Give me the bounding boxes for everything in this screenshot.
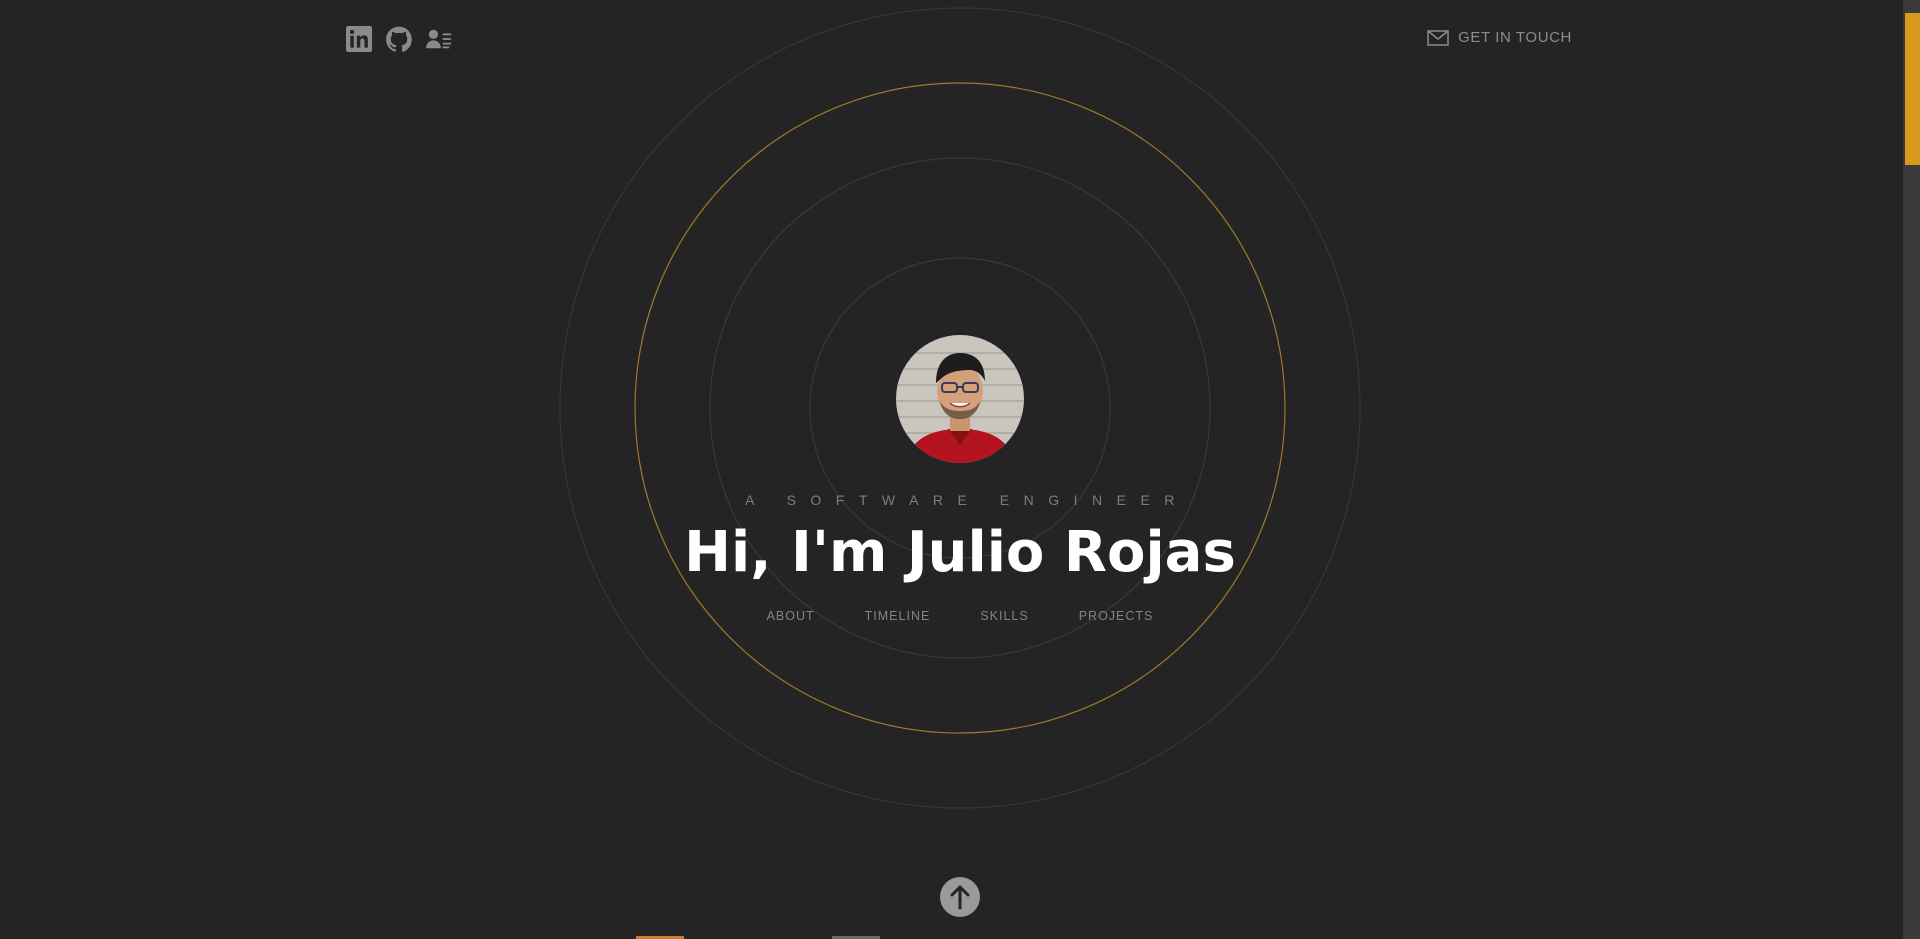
scroll-up-button[interactable] xyxy=(940,877,980,917)
nav-projects[interactable]: PROJECTS xyxy=(1079,609,1154,623)
linkedin-link[interactable] xyxy=(346,26,372,52)
nav-about[interactable]: ABOUT xyxy=(767,609,815,623)
tagline: A SOFTWARE ENGINEER xyxy=(745,492,1189,508)
page: GET IN TOUCH A SOFTWARE ENGINEER Hi, I'm… xyxy=(0,0,1920,939)
nav-timeline[interactable]: TIMELINE xyxy=(865,609,931,623)
section-nav: ABOUT TIMELINE SKILLS PROJECTS xyxy=(0,609,1920,623)
get-in-touch-link[interactable]: GET IN TOUCH xyxy=(1427,29,1572,46)
github-link[interactable] xyxy=(386,26,412,52)
arrow-up-icon xyxy=(950,885,970,910)
avatar xyxy=(896,335,1024,463)
contact-card-icon xyxy=(426,29,452,49)
scrollbar[interactable] xyxy=(1903,0,1920,939)
github-icon xyxy=(386,26,412,52)
profile-photo xyxy=(896,335,1024,463)
decorative-rings xyxy=(559,7,1361,809)
resume-link[interactable] xyxy=(426,26,452,52)
nav-skills[interactable]: SKILLS xyxy=(980,609,1028,623)
mail-icon xyxy=(1427,29,1449,46)
social-links xyxy=(346,26,452,52)
page-title: Hi, I'm Julio Rojas xyxy=(684,520,1236,585)
scrollbar-thumb[interactable] xyxy=(1905,13,1920,165)
get-in-touch-label: GET IN TOUCH xyxy=(1458,29,1572,46)
linkedin-icon xyxy=(346,26,372,52)
